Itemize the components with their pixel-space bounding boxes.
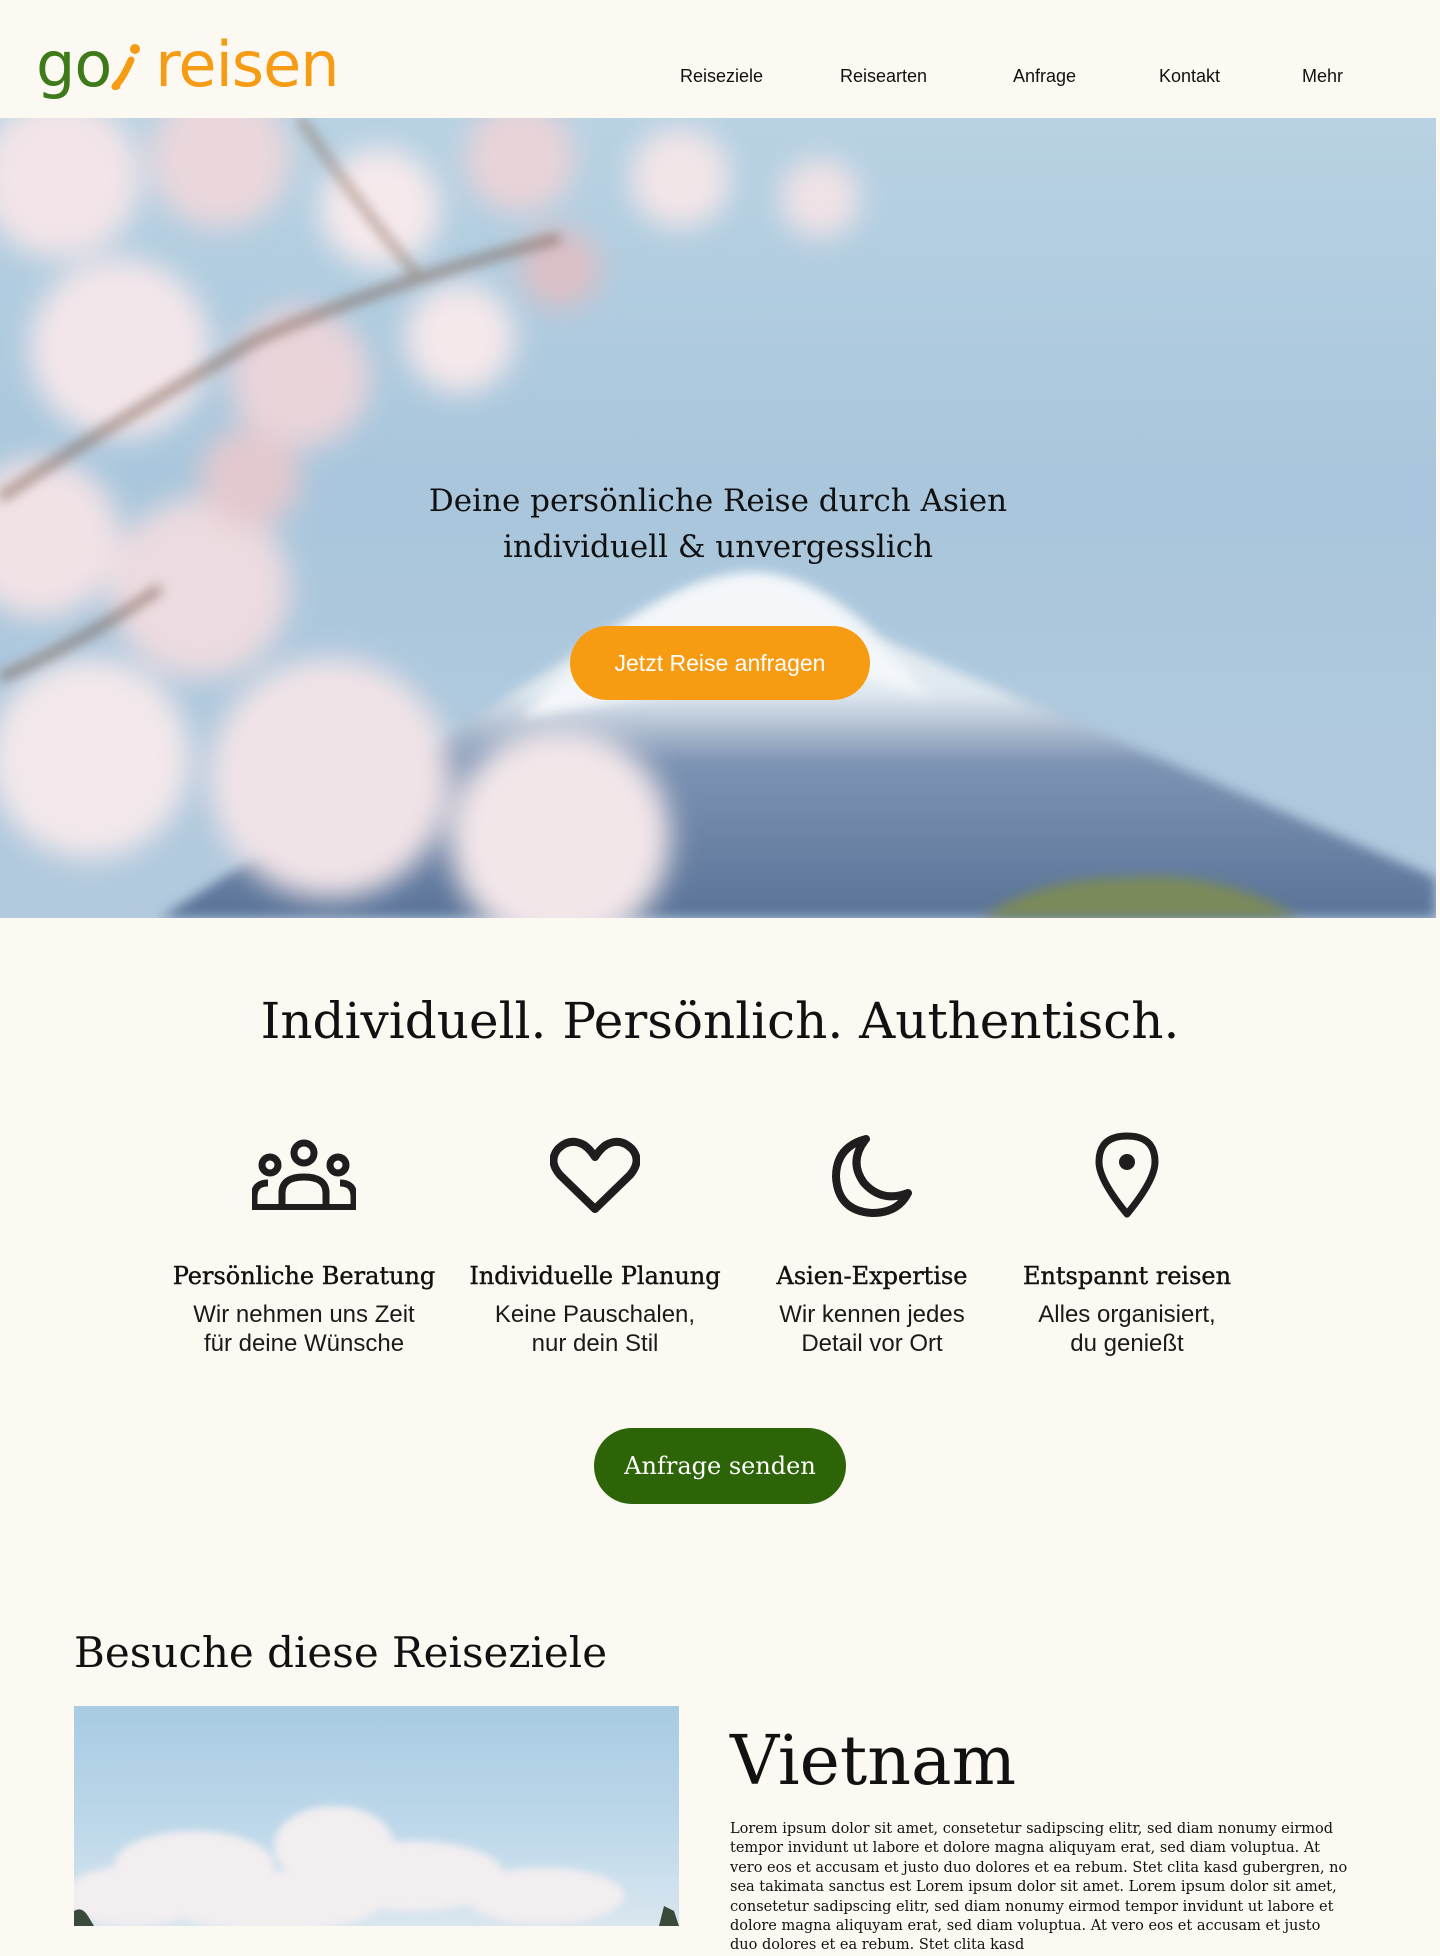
hero-title-line2: individuell & unvergesslich [502, 529, 934, 565]
hero-banner: Deine persönliche Reise durch Asien indi… [0, 118, 1436, 918]
moon-icon [737, 1130, 1007, 1220]
send-request-button[interactable]: Anfrage senden [594, 1428, 846, 1504]
feature-persoenliche-beratung: Persönliche Beratung Wir nehmen uns Zeit… [169, 1130, 439, 1358]
feature-description: Alles organisiert, du genießt [1038, 1301, 1216, 1357]
destination-title: Vietnam [730, 1722, 1017, 1801]
destination-image[interactable] [74, 1706, 679, 1926]
feature-title: Entspannt reisen [1022, 1262, 1232, 1290]
location-pin-icon [992, 1130, 1262, 1220]
feature-title: Asien-Expertise [776, 1262, 968, 1290]
hero-title-line1: Deine persönliche Reise durch Asien [428, 483, 1008, 519]
nav-item-anfrage[interactable]: Anfrage [1013, 66, 1076, 87]
main-nav: Reiseziele Reisearten Anfrage Kontakt Me… [0, 66, 1440, 90]
feature-description: Keine Pauschalen, nur dein Stil [494, 1301, 696, 1357]
nav-item-kontakt[interactable]: Kontakt [1159, 66, 1220, 87]
hero-title: Deine persönliche Reise durch Asien indi… [0, 478, 1436, 570]
feature-title: Persönliche Beratung [172, 1262, 436, 1290]
feature-individuelle-planung: Individuelle Planung Keine Pauschalen, nu… [460, 1130, 730, 1358]
nav-item-reisearten[interactable]: Reisearten [840, 66, 927, 87]
section-tagline: Individuell. Persönlich. Authentisch. [260, 992, 1180, 1050]
nav-item-mehr[interactable]: Mehr [1302, 66, 1343, 87]
nav-item-reiseziele[interactable]: Reiseziele [680, 66, 763, 87]
feature-entspannt-reisen: Entspannt reisen Alles organisiert, du ge… [992, 1130, 1262, 1358]
site-header: go reisen Reiseziele Reisearten Anfrage … [0, 0, 1440, 118]
feature-title: Individuelle Planung [469, 1262, 721, 1290]
destinations-heading: Besuche diese Reiseziele [74, 1628, 608, 1677]
feature-description: Wir nehmen uns Zeit für deine Wünsche [193, 1301, 415, 1357]
heart-icon [460, 1130, 730, 1220]
destination-description: Lorem ipsum dolor sit amet, consetetur s… [730, 1821, 1348, 1954]
request-trip-button[interactable]: Jetzt Reise anfragen [570, 626, 870, 700]
feature-description: Wir kennen jedes Detail vor Ort [779, 1301, 965, 1357]
vietnam-photo [74, 1806, 679, 1926]
people-group-icon [169, 1130, 439, 1220]
feature-asien-expertise: Asien-Expertise Wir kennen jedes Detail v… [737, 1130, 1007, 1358]
